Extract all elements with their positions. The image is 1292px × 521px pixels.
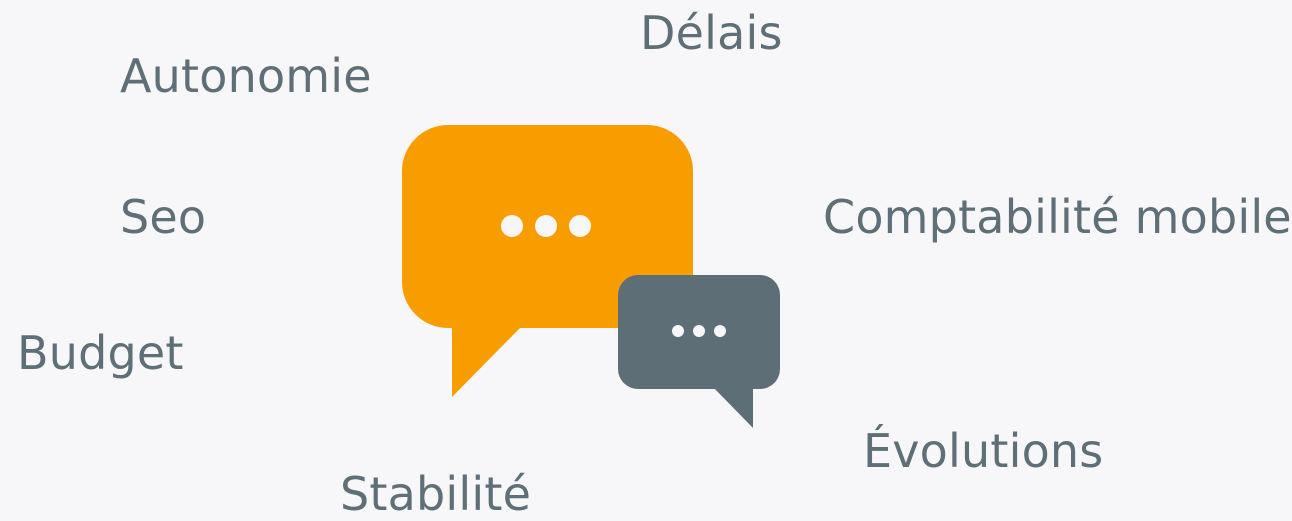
chat-bubbles-illustration <box>402 125 780 428</box>
dot-icon <box>535 215 557 237</box>
dot-icon <box>693 325 705 337</box>
dot-icon <box>501 215 523 237</box>
dot-icon <box>569 215 591 237</box>
dot-icon <box>714 325 726 337</box>
dot-icon <box>672 325 684 337</box>
small-speech-bubble-icon <box>618 275 780 428</box>
